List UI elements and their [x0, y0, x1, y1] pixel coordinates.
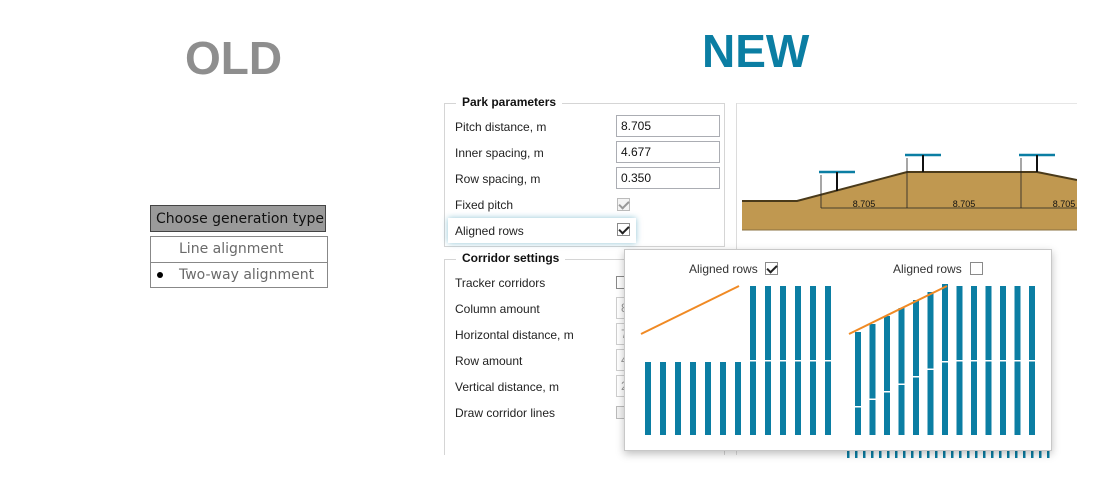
- vertical-distance-label: Vertical distance, m: [455, 380, 560, 394]
- corridor-settings-title: Corridor settings: [456, 251, 566, 265]
- background-tracker-bar: [863, 450, 866, 458]
- background-tracker-bar: [959, 450, 962, 458]
- row-gap: [750, 360, 756, 362]
- tracker-corridors-label: Tracker corridors: [455, 276, 546, 290]
- background-tracker-bar: [919, 450, 922, 458]
- tracker-bar: [898, 308, 905, 435]
- aligned-rows-illustrations: [640, 284, 1035, 435]
- background-tracker-bar: [879, 450, 882, 458]
- horizontal-distance-label: Horizontal distance, m: [455, 328, 574, 342]
- dimension-label-3: 8.705: [1053, 199, 1076, 209]
- background-tracker-bar: [927, 450, 930, 458]
- preview-panel-top-border: [737, 103, 1077, 104]
- tracker-bar: [735, 362, 741, 435]
- terrain-profile-diagram: 8.705 8.705 8.705: [742, 153, 1077, 231]
- background-tracker-bar: [983, 450, 986, 458]
- old-title: OLD: [185, 32, 283, 84]
- tracker-bar: [913, 300, 919, 435]
- tracker-bar: [942, 284, 948, 435]
- pitch-distance-input[interactable]: 8.705: [616, 115, 720, 137]
- tracker-bar: [855, 332, 861, 435]
- row-gap: [780, 360, 786, 362]
- tracker-2: [905, 153, 941, 172]
- background-tracker-bar: [887, 450, 890, 458]
- background-tracker-bar: [871, 450, 874, 458]
- row-gap: [1014, 360, 1021, 362]
- tracker-bar: [675, 362, 681, 435]
- aligned-rows-label: Aligned rows: [455, 224, 524, 238]
- row-gap: [1000, 360, 1006, 362]
- tracker-bar: [705, 362, 711, 435]
- aligned-rows-comparison-popup: Aligned rows Aligned rows: [624, 249, 1052, 451]
- fixed-pitch-label: Fixed pitch: [455, 198, 514, 212]
- row-gap: [810, 360, 816, 362]
- inner-spacing-input[interactable]: 4.677: [616, 141, 720, 163]
- tracker-bar: [645, 362, 651, 435]
- tracker-bar: [927, 292, 934, 435]
- row-gap: [913, 376, 919, 378]
- aligned-rows-off-illustration: [855, 284, 1035, 435]
- background-tracker-bar: [1047, 450, 1050, 458]
- generation-type-list: Line alignment Two-way alignment: [150, 236, 328, 288]
- background-tracker-bar: [975, 450, 978, 458]
- background-tracker-bar: [991, 450, 994, 458]
- row-spacing-input[interactable]: 0.350: [616, 167, 720, 189]
- option-line-alignment[interactable]: Line alignment: [151, 237, 327, 262]
- tracker-bar: [884, 316, 890, 435]
- row-gap: [971, 360, 977, 362]
- background-tracker-bar: [911, 450, 914, 458]
- draw-corridor-lines-label: Draw corridor lines: [455, 406, 556, 420]
- new-title: NEW: [702, 25, 810, 77]
- option-label: Line alignment: [179, 241, 284, 257]
- background-tracker-bar: [1007, 450, 1010, 458]
- selected-bullet-icon: [157, 272, 163, 278]
- dimension-label-2: 8.705: [953, 199, 976, 209]
- background-tracker-bar: [895, 450, 898, 458]
- row-gap: [825, 360, 831, 362]
- fixed-pitch-checkbox[interactable]: [617, 198, 630, 211]
- background-tracker-bar: [935, 450, 938, 458]
- aligned-rows-checkbox[interactable]: [617, 223, 630, 236]
- row-spacing-label: Row spacing, m: [455, 172, 541, 186]
- background-tracker-bar: [1015, 450, 1018, 458]
- row-gap: [985, 360, 992, 362]
- aligned-rows-on-illustration: [645, 286, 831, 435]
- row-gap: [795, 360, 801, 362]
- inner-spacing-label: Inner spacing, m: [455, 146, 544, 160]
- pitch-distance-label: Pitch distance, m: [455, 120, 547, 134]
- tracker-3: [1019, 153, 1055, 172]
- row-gap: [942, 361, 948, 363]
- background-tracker-bar: [1023, 450, 1026, 458]
- option-label: Two-way alignment: [179, 267, 315, 283]
- row-gap: [765, 360, 771, 362]
- background-tracker-bar: [951, 450, 954, 458]
- background-tracker-bar: [855, 450, 858, 458]
- tracker-bar: [720, 362, 726, 435]
- column-amount-label: Column amount: [455, 302, 540, 316]
- tracker-bar: [660, 362, 666, 435]
- row-gap: [898, 383, 905, 385]
- park-parameters-title: Park parameters: [456, 95, 563, 109]
- row-amount-label: Row amount: [455, 354, 523, 368]
- left-slope-line: [640, 285, 740, 335]
- row-gap: [884, 391, 890, 393]
- background-tracker-bar: [967, 450, 970, 458]
- row-gap: [956, 360, 963, 362]
- tracker-bar: [869, 324, 876, 435]
- row-gap: [855, 406, 861, 408]
- row-gap: [869, 398, 876, 400]
- background-tracker-bar: [943, 450, 946, 458]
- option-two-way-alignment[interactable]: Two-way alignment: [151, 263, 327, 288]
- background-tracker-bar: [1031, 450, 1034, 458]
- dimension-label-1: 8.705: [853, 199, 876, 209]
- row-gap: [1029, 360, 1035, 362]
- background-tracker-bar: [999, 450, 1002, 458]
- background-tracker-bar: [1039, 450, 1042, 458]
- background-tracker-bar: [847, 450, 850, 458]
- tracker-bar: [690, 362, 696, 435]
- generation-type-header: Choose generation type: [150, 205, 326, 232]
- row-gap: [927, 368, 934, 370]
- background-tracker-bar: [903, 450, 906, 458]
